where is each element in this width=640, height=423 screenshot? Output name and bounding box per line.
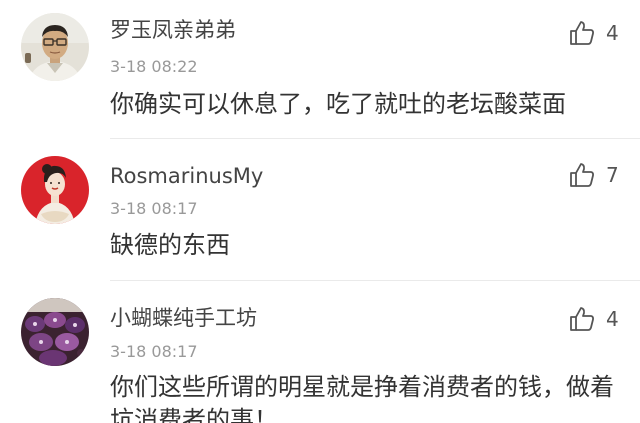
- thumbs-up-icon: [570, 21, 594, 45]
- purple-handmade-craft-avatar-icon: [21, 298, 89, 366]
- avatar[interactable]: [21, 156, 89, 224]
- man-with-glasses-avatar-icon: [21, 13, 89, 81]
- illustrated-woman-avatar-icon: [21, 156, 89, 224]
- comment-text: 你们这些所谓的明星就是挣着消费者的钱，做着坑消费者的事！: [110, 373, 614, 423]
- username[interactable]: 小蝴蝶纯手工坊: [110, 305, 257, 331]
- comment-time: 3-18 08:22: [110, 57, 198, 76]
- comment-time: 3-18 08:17: [110, 342, 198, 361]
- avatar[interactable]: [21, 298, 89, 366]
- like-count: 7: [606, 163, 619, 187]
- comment-text: 你确实可以休息了，吃了就吐的老坛酸菜面: [110, 90, 566, 118]
- thumbs-up-icon: [570, 307, 594, 331]
- like-button[interactable]: 4: [568, 305, 619, 333]
- username[interactable]: RosmarinusMy: [110, 163, 263, 189]
- avatar[interactable]: [21, 13, 89, 81]
- username[interactable]: 罗玉凤亲弟弟: [110, 17, 236, 43]
- comment-item: 罗玉凤亲弟弟 3-18 08:22 你确实可以休息了，吃了就吐的老坛酸菜面 4: [0, 0, 640, 139]
- comment-item: RosmarinusMy 3-18 08:17 缺德的东西 7: [0, 139, 640, 281]
- thumbs-up-icon: [570, 163, 594, 187]
- like-button[interactable]: 7: [568, 161, 619, 189]
- comment-item: 小蝴蝶纯手工坊 3-18 08:17 你们这些所谓的明星就是挣着消费者的钱，做着…: [0, 281, 640, 423]
- comment-time: 3-18 08:17: [110, 199, 198, 218]
- like-count: 4: [606, 21, 619, 45]
- comment-list: 罗玉凤亲弟弟 3-18 08:22 你确实可以休息了，吃了就吐的老坛酸菜面 4: [0, 0, 640, 423]
- like-button[interactable]: 4: [568, 19, 619, 47]
- comment-text: 缺德的东西: [110, 231, 230, 259]
- like-count: 4: [606, 307, 619, 331]
